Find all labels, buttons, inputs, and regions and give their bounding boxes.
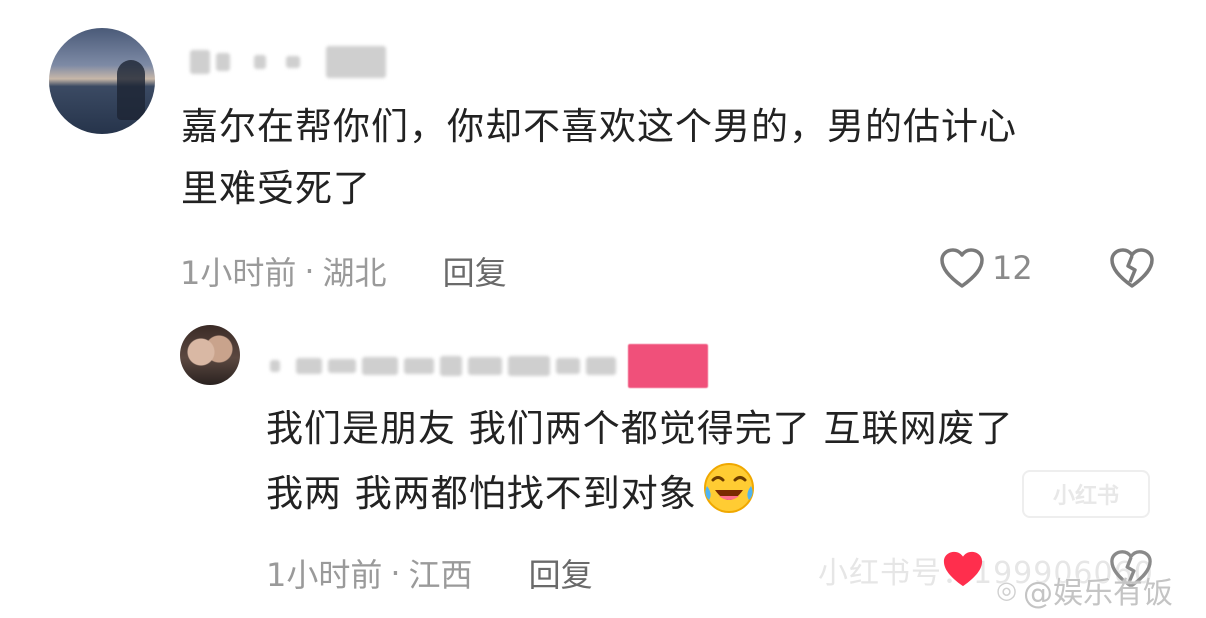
weibo-icon: ◎ bbox=[996, 576, 1017, 604]
meta-separator: · bbox=[304, 252, 315, 290]
weibo-watermark: ◎ @娱乐有饭 bbox=[996, 568, 1173, 612]
heart-filled-icon bbox=[943, 551, 983, 587]
like-count: 12 bbox=[992, 249, 1033, 287]
weibo-watermark-text: @娱乐有饭 bbox=[1022, 576, 1173, 611]
comment-text-line: 嘉尔在帮你们，你却不喜欢这个男的，男的估计心 bbox=[181, 105, 1017, 148]
dislike-button[interactable] bbox=[1108, 246, 1156, 294]
avatar[interactable] bbox=[180, 325, 240, 385]
heart-outline-icon bbox=[940, 248, 984, 288]
comment-meta: 1小时前 · 江西 回复 bbox=[266, 550, 593, 596]
meta-separator: · bbox=[390, 554, 401, 592]
xiaohongshu-watermark-logo: 小红书 bbox=[1022, 470, 1150, 518]
avatar[interactable] bbox=[49, 28, 155, 134]
comment-text-line: 里难受死了 bbox=[181, 167, 371, 210]
comment-time: 1小时前 bbox=[180, 254, 297, 292]
username-blurred[interactable] bbox=[190, 46, 386, 78]
comment-time: 1小时前 bbox=[266, 556, 383, 594]
comment-text-line: 我们是朋友 我们两个都觉得完了 互联网废了 bbox=[266, 407, 1014, 450]
like-button[interactable]: 12 bbox=[938, 246, 1033, 290]
comment-text-line: 我两 我两都怕找不到对象 bbox=[266, 472, 697, 515]
avatar-figure bbox=[117, 60, 145, 120]
comment-meta: 1小时前 · 湖北 回复 bbox=[180, 248, 507, 294]
reply-button[interactable]: 回复 bbox=[529, 550, 593, 596]
reply-button[interactable]: 回复 bbox=[443, 248, 507, 294]
comment-location: 湖北 bbox=[322, 254, 387, 292]
broken-heart-icon bbox=[1110, 248, 1154, 288]
comment-location: 江西 bbox=[408, 556, 473, 594]
laughing-crying-emoji-icon bbox=[703, 463, 754, 513]
like-button[interactable] bbox=[940, 548, 986, 594]
comment-text: 嘉尔在帮你们，你却不喜欢这个男的，男的估计心 里难受死了 bbox=[181, 96, 1171, 220]
username-blurred[interactable] bbox=[270, 344, 708, 388]
comment-thread: 嘉尔在帮你们，你却不喜欢这个男的，男的估计心 里难受死了 1小时前 · 湖北 回… bbox=[0, 0, 1206, 618]
